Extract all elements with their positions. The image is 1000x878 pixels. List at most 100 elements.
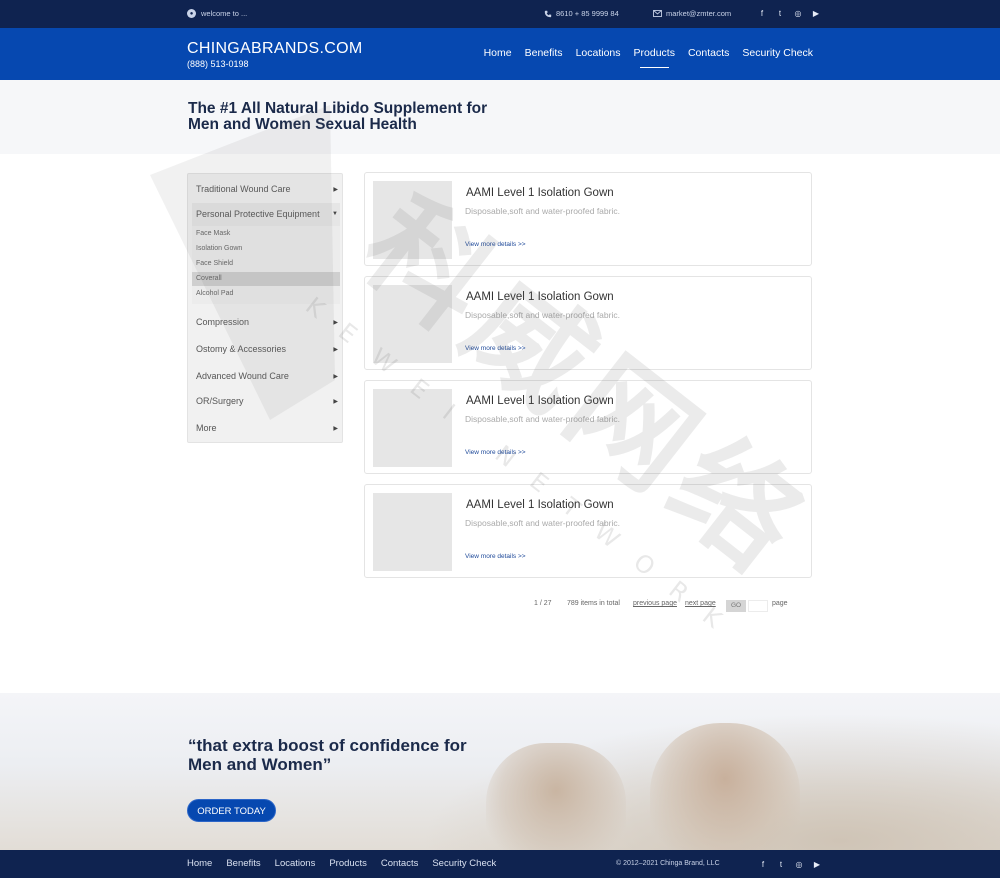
caret-down-icon: ▼ bbox=[332, 211, 338, 217]
brand-phone: (888) 513-0198 bbox=[187, 59, 249, 69]
subcategory-face-shield[interactable]: Face Shield bbox=[192, 257, 340, 271]
nav-products[interactable]: Products bbox=[634, 47, 675, 68]
email-address: market@zmter.com bbox=[666, 9, 732, 18]
hero-strip: The #1 All Natural Libido Supplement for… bbox=[0, 80, 1000, 154]
footer-nav: Home Benefits Locations Products Contact… bbox=[187, 858, 496, 869]
next-page-link[interactable]: next page bbox=[685, 600, 716, 607]
youtube-icon[interactable]: ▶ bbox=[812, 859, 822, 869]
category-label: Ostomy & Accessories bbox=[196, 344, 287, 354]
nav-contacts[interactable]: Contacts bbox=[688, 47, 729, 59]
view-more-link[interactable]: View more details >> bbox=[465, 449, 526, 456]
nav-home[interactable]: Home bbox=[484, 47, 512, 59]
category-advanced-wound-care[interactable]: Advanced Wound Care ▶ bbox=[196, 371, 338, 381]
page-suffix: page bbox=[772, 600, 788, 607]
phone-number: 8610 + 85 9999 84 bbox=[556, 9, 619, 18]
category-sidebar: Traditional Wound Care ▶ Personal Protec… bbox=[187, 173, 343, 443]
page-title-line1: The #1 All Natural Libido Supplement for bbox=[188, 100, 488, 117]
product-description: Disposable,soft and water-proofed fabric… bbox=[465, 518, 620, 528]
phone-contact[interactable]: 8610 + 85 9999 84 bbox=[544, 9, 619, 18]
view-more-link[interactable]: View more details >> bbox=[465, 241, 526, 248]
category-label: Advanced Wound Care bbox=[196, 371, 289, 381]
email-contact[interactable]: market@zmter.com bbox=[653, 9, 731, 18]
caret-right-icon: ▶ bbox=[333, 347, 338, 353]
category-label: Compression bbox=[196, 317, 250, 327]
category-ostomy-accessories[interactable]: Ostomy & Accessories ▶ bbox=[196, 344, 338, 354]
previous-page-link[interactable]: previous page bbox=[633, 600, 677, 607]
instagram-icon[interactable]: ◎ bbox=[793, 8, 803, 18]
footer-nav-locations[interactable]: Locations bbox=[275, 858, 316, 869]
product-title[interactable]: AAMI Level 1 Isolation Gown bbox=[466, 291, 614, 303]
view-more-link[interactable]: View more details >> bbox=[465, 553, 526, 560]
bottom-banner: “that extra boost of confidence for Men … bbox=[0, 693, 1000, 850]
footer-nav-home[interactable]: Home bbox=[187, 858, 212, 869]
subcategory-coverall[interactable]: Coverall bbox=[192, 272, 340, 286]
product-title[interactable]: AAMI Level 1 Isolation Gown bbox=[466, 395, 614, 407]
nav-locations[interactable]: Locations bbox=[576, 47, 621, 59]
subcategory-isolation-gown[interactable]: Isolation Gown bbox=[192, 242, 340, 256]
category-compression[interactable]: Compression ▶ bbox=[196, 317, 338, 327]
go-button[interactable]: GO bbox=[726, 600, 746, 612]
footer-nav-products[interactable]: Products bbox=[329, 858, 367, 869]
product-card[interactable]: AAMI Level 1 Isolation Gown Disposable,s… bbox=[364, 380, 812, 474]
category-label: Traditional Wound Care bbox=[196, 184, 291, 194]
product-image[interactable] bbox=[373, 493, 452, 571]
welcome-area: ● welcome to ... bbox=[187, 9, 247, 18]
footer-social-links: f t ◎ ▶ bbox=[758, 859, 822, 869]
facebook-icon[interactable]: f bbox=[758, 859, 768, 869]
product-title[interactable]: AAMI Level 1 Isolation Gown bbox=[466, 187, 614, 199]
footer-nav-benefits[interactable]: Benefits bbox=[226, 858, 260, 869]
facebook-icon[interactable]: f bbox=[757, 8, 767, 18]
youtube-icon[interactable]: ▶ bbox=[811, 8, 821, 18]
footer-nav-contacts[interactable]: Contacts bbox=[381, 858, 419, 869]
category-label: More bbox=[196, 423, 217, 433]
product-image[interactable] bbox=[373, 181, 452, 259]
order-today-button[interactable]: ORDER TODAY bbox=[187, 799, 276, 822]
product-image[interactable] bbox=[373, 285, 452, 363]
footer-nav-security-check[interactable]: Security Check bbox=[432, 858, 496, 869]
caret-right-icon: ▶ bbox=[333, 426, 338, 432]
page-title: The #1 All Natural Libido Supplement for… bbox=[188, 101, 518, 133]
nav-security-check[interactable]: Security Check bbox=[742, 47, 813, 59]
category-more[interactable]: More ▶ bbox=[196, 423, 338, 433]
page-title-line2: Men and Women Sexual Health bbox=[188, 116, 417, 133]
items-total: 789 items in total bbox=[567, 600, 620, 607]
page-number-input[interactable] bbox=[748, 600, 768, 612]
subcategory-alcohol-pad[interactable]: Alcohol Pad bbox=[192, 287, 340, 301]
twitter-icon[interactable]: t bbox=[775, 8, 785, 18]
product-title[interactable]: AAMI Level 1 Isolation Gown bbox=[466, 499, 614, 511]
product-description: Disposable,soft and water-proofed fabric… bbox=[465, 310, 620, 320]
top-bar: ● welcome to ... 8610 + 85 9999 84 marke… bbox=[0, 0, 1000, 28]
main-nav: Home Benefits Locations Products Contact… bbox=[484, 47, 813, 68]
category-or-surgery[interactable]: OR/Surgery ▶ bbox=[196, 396, 338, 406]
banner-quote: “that extra boost of confidence for Men … bbox=[188, 736, 518, 774]
view-more-link[interactable]: View more details >> bbox=[465, 345, 526, 352]
product-description: Disposable,soft and water-proofed fabric… bbox=[465, 206, 620, 216]
banner-quote-line2: Men and Women” bbox=[188, 755, 332, 774]
instagram-icon[interactable]: ◎ bbox=[794, 859, 804, 869]
twitter-icon[interactable]: t bbox=[776, 859, 786, 869]
phone-icon bbox=[544, 10, 552, 17]
caret-right-icon: ▶ bbox=[333, 399, 338, 405]
banner-person-right bbox=[650, 723, 800, 850]
category-personal-protective-equipment[interactable]: Personal Protective Equipment ▼ bbox=[196, 209, 338, 219]
category-label: Personal Protective Equipment bbox=[196, 209, 320, 219]
copyright-text: © 2012–2021 Chinga Brand, LLC bbox=[616, 860, 720, 867]
subcategory-face-mask[interactable]: Face Mask bbox=[192, 227, 340, 241]
banner-quote-line1: “that extra boost of confidence for bbox=[188, 736, 467, 755]
product-description: Disposable,soft and water-proofed fabric… bbox=[465, 414, 620, 424]
category-label: OR/Surgery bbox=[196, 396, 244, 406]
caret-right-icon: ▶ bbox=[333, 320, 338, 326]
product-card[interactable]: AAMI Level 1 Isolation Gown Disposable,s… bbox=[364, 276, 812, 370]
caret-right-icon: ▶ bbox=[333, 187, 338, 193]
mail-icon bbox=[653, 10, 662, 17]
category-traditional-wound-care[interactable]: Traditional Wound Care ▶ bbox=[196, 184, 338, 194]
product-card[interactable]: AAMI Level 1 Isolation Gown Disposable,s… bbox=[364, 172, 812, 266]
brand-block[interactable]: CHINGABRANDS.COM (888) 513-0198 bbox=[187, 40, 362, 69]
product-card[interactable]: AAMI Level 1 Isolation Gown Disposable,s… bbox=[364, 484, 812, 578]
page-indicator: 1 / 27 bbox=[534, 600, 552, 607]
site-header: CHINGABRANDS.COM (888) 513-0198 Home Ben… bbox=[0, 28, 1000, 80]
nav-benefits[interactable]: Benefits bbox=[525, 47, 563, 59]
welcome-text: welcome to ... bbox=[201, 9, 248, 18]
product-image[interactable] bbox=[373, 389, 452, 467]
social-links: f t ◎ ▶ bbox=[757, 8, 821, 18]
